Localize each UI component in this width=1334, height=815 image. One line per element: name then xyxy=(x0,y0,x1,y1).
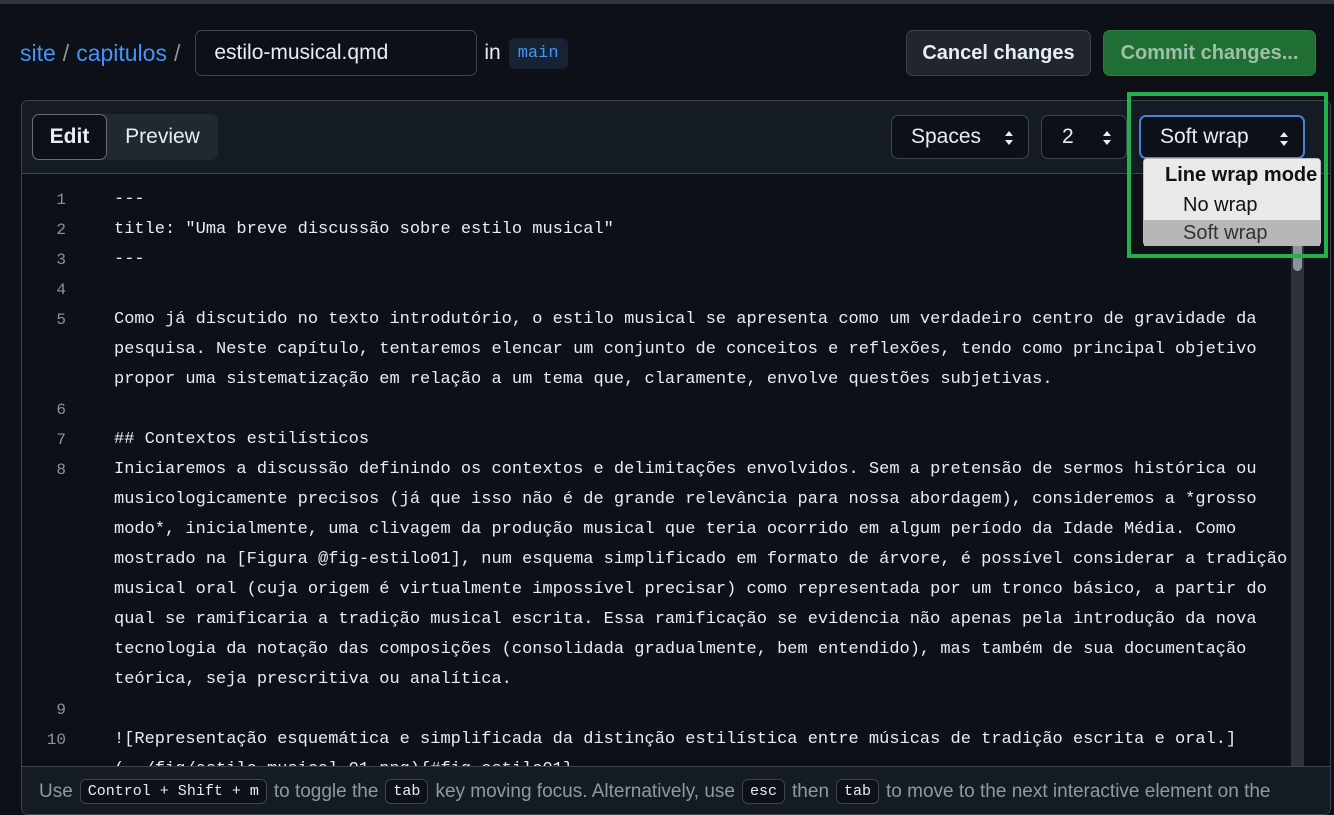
kbd-shortcut: Control + Shift + m xyxy=(79,779,267,804)
line-number: 7 xyxy=(56,431,66,449)
code-line: propor uma sistematização em relação a u… xyxy=(22,370,1262,400)
code-text: Iniciaremos a discussão definindo os con… xyxy=(114,460,1257,479)
breadcrumb-folder-link[interactable]: capitulos xyxy=(76,40,167,67)
code-line: 5 Como já discutido no texto introdutório… xyxy=(22,310,1262,340)
dropdown-option-no-wrap[interactable]: No wrap xyxy=(1144,192,1320,218)
code-line: 6 xyxy=(22,400,1262,430)
line-number: 9 xyxy=(56,701,66,719)
code-text: --- xyxy=(114,190,145,209)
line-wrap-dropdown: Line wrap mode No wrap Soft wrap xyxy=(1143,158,1321,246)
code-text: --- xyxy=(114,250,145,269)
editor-footer: Use Control + Shift + m to toggle the ta… xyxy=(22,766,1330,814)
dropdown-group-label: Line wrap mode xyxy=(1165,164,1318,186)
code-text: musical oral (cuja origem é virtualmente… xyxy=(114,580,1267,599)
indent-size-select[interactable]: 2 xyxy=(1041,115,1127,159)
line-number: 5 xyxy=(56,311,66,329)
filename-input[interactable] xyxy=(195,30,478,76)
code-line: musicologicamente precisos (já que isso … xyxy=(22,490,1262,520)
code-line: pesquisa. Neste capítulo, tentaremos ele… xyxy=(22,340,1262,370)
code-text: ## Contextos estilísticos xyxy=(114,430,370,449)
hint-text: key moving focus. Alternatively, use xyxy=(435,780,736,802)
line-number: 4 xyxy=(56,281,66,299)
dropdown-option-soft-wrap[interactable]: Soft wrap xyxy=(1144,220,1320,246)
line-number: 2 xyxy=(56,221,66,239)
kbd-tab: tab xyxy=(385,779,429,804)
kbd-tab: tab xyxy=(836,779,880,804)
code-line: tecnologia da notação das composições (c… xyxy=(22,640,1262,670)
breadcrumb-separator: / xyxy=(62,39,70,66)
code-editor: Edit Preview Spaces 2 Soft wrap 1 --- 2 tit… xyxy=(21,100,1331,815)
code-text: propor uma sistematização em relação a u… xyxy=(114,370,1053,389)
code-text: Como já discutido no texto introdutório,… xyxy=(114,310,1257,329)
line-number: 8 xyxy=(56,461,66,479)
code-line: 10 ![Representação esquemática e simplifi… xyxy=(22,730,1262,760)
code-line: 4 xyxy=(22,280,1262,310)
tab-edit[interactable]: Edit xyxy=(32,114,107,160)
tab-preview[interactable]: Preview xyxy=(107,114,218,160)
hint-text: to move to the next interactive element … xyxy=(886,780,1271,802)
code-text: tecnologia da notação das composições (c… xyxy=(114,640,1247,659)
select-arrows-icon xyxy=(1103,131,1111,145)
hint-text: to toggle the xyxy=(273,780,379,802)
top-border xyxy=(0,0,1334,4)
breadcrumb: site / capitulos / in main xyxy=(20,30,568,76)
keyboard-hint: Use Control + Shift + m to toggle the ta… xyxy=(38,779,1271,804)
editor-tabs: Edit Preview xyxy=(32,114,218,160)
code-line: musical oral (cuja origem é virtualmente… xyxy=(22,580,1267,610)
line-wrap-value: Soft wrap xyxy=(1160,125,1249,148)
hint-text: Use xyxy=(39,780,73,802)
code-line: 9 xyxy=(22,700,1262,730)
commit-changes-button[interactable]: Commit changes... xyxy=(1103,30,1316,76)
cancel-changes-button[interactable]: Cancel changes xyxy=(906,30,1091,76)
hint-text: then xyxy=(792,780,830,802)
code-line: 3 --- xyxy=(22,250,1262,280)
select-arrows-icon xyxy=(1280,132,1288,146)
editor-scrollbar[interactable] xyxy=(1291,181,1304,781)
select-arrows-icon xyxy=(1005,131,1013,145)
code-text: ![Representação esquemática e simplifica… xyxy=(114,730,1237,749)
breadcrumb-separator: / xyxy=(173,39,181,66)
indent-mode-select[interactable]: Spaces xyxy=(891,115,1029,159)
branch-badge: main xyxy=(508,37,568,69)
code-line: 7 ## Contextos estilísticos xyxy=(22,430,1262,460)
code-text: qual se ramificaria a tradição musical e… xyxy=(114,610,1257,629)
editor-toolbar: Edit Preview Spaces 2 Soft wrap xyxy=(22,101,1330,174)
code-line: 2 title: "Uma breve discussão sobre estil… xyxy=(22,220,1262,250)
line-number: 6 xyxy=(56,401,66,419)
code-text: pesquisa. Neste capítulo, tentaremos ele… xyxy=(114,340,1257,359)
code-area[interactable]: 1 --- 2 title: "Uma breve discussão sobre e… xyxy=(22,173,1330,779)
code-line: mostrado na [Figura @fig-estilo01], num … xyxy=(22,550,1287,580)
in-label: in xyxy=(484,41,501,64)
indent-mode-value: Spaces xyxy=(911,125,982,148)
code-text: musicologicamente precisos (já que isso … xyxy=(114,490,1257,509)
code-line: teórica, seja prescritiva ou analítica. xyxy=(22,670,1262,700)
line-number: 3 xyxy=(56,251,66,269)
line-wrap-select[interactable]: Soft wrap xyxy=(1139,115,1305,159)
line-number: 1 xyxy=(56,191,66,209)
code-line: 8 Iniciaremos a discussão definindo os co… xyxy=(22,460,1262,490)
code-text: title: "Uma breve discussão sobre estilo… xyxy=(114,220,614,239)
code-line: modo*, inicialmente, uma clivagem da pro… xyxy=(22,520,1262,550)
breadcrumb-root-link[interactable]: site xyxy=(20,40,56,67)
line-number: 10 xyxy=(46,731,66,749)
code-text: modo*, inicialmente, uma clivagem da pro… xyxy=(114,520,1237,539)
kbd-esc: esc xyxy=(742,779,786,804)
code-line: qual se ramificaria a tradição musical e… xyxy=(22,610,1262,640)
code-line: 1 --- xyxy=(22,190,1262,220)
indent-size-value: 2 xyxy=(1062,125,1074,148)
code-text: mostrado na [Figura @fig-estilo01], num … xyxy=(114,550,1288,569)
code-text: teórica, seja prescritiva ou analítica. xyxy=(114,670,512,689)
